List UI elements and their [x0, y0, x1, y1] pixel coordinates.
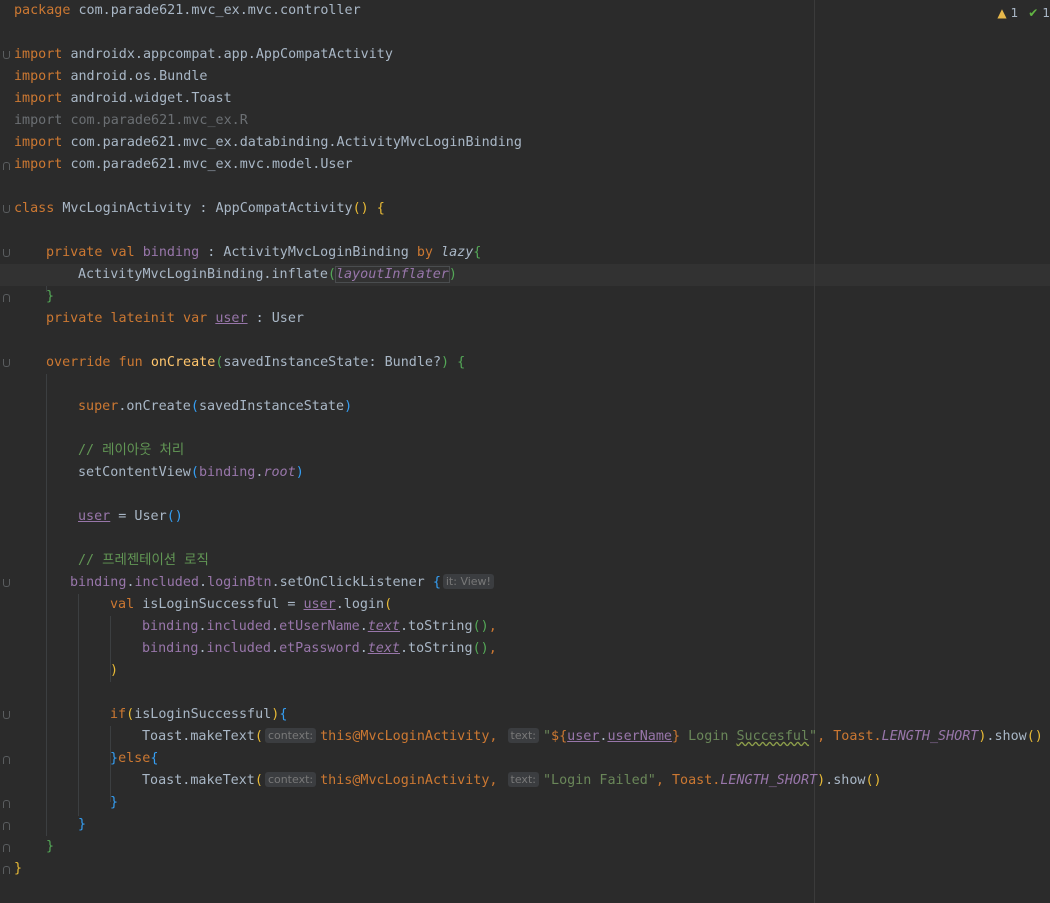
code-line-14[interactable]: } [46, 286, 54, 308]
code-line-22[interactable]: setContentView(binding.root) [78, 462, 304, 484]
code-line-38[interactable]: } [78, 814, 86, 836]
code-line-29[interactable]: binding.included.etUserName.text.toStrin… [142, 616, 497, 638]
inlay-hint-context: context: [264, 772, 317, 787]
inlay-hint-text: text: [507, 728, 539, 743]
fold-marker-lazy[interactable] [3, 249, 10, 257]
fold-marker-imports[interactable] [3, 51, 10, 59]
fold-end-oncreate[interactable] [3, 844, 10, 852]
code-line-6-unused-import[interactable]: import com.parade621.mvc_ex.R [14, 110, 248, 132]
checkmark-icon: ✔ [1028, 6, 1039, 20]
fold-end-class[interactable] [3, 866, 10, 874]
code-line-7[interactable]: import com.parade621.mvc_ex.databinding.… [14, 132, 522, 154]
code-line-5[interactable]: import android.widget.Toast [14, 88, 232, 110]
code-line-36[interactable]: Toast.makeText(context: this@MvcLoginActi… [142, 770, 882, 792]
code-line-27[interactable]: binding.included.loginBtn.setOnClickList… [70, 572, 498, 594]
code-line-39[interactable]: } [46, 836, 54, 858]
fold-end-if[interactable] [3, 756, 10, 764]
warning-triangle-icon: ▲ [997, 6, 1007, 20]
fold-end-listener[interactable] [3, 822, 10, 830]
fold-end-imports[interactable] [3, 162, 10, 170]
fold-marker-class[interactable] [3, 205, 10, 213]
indent-guide [78, 594, 79, 816]
code-line-26-comment[interactable]: // 프레젠테이션 로직 [78, 550, 209, 572]
right-margin-guide [814, 0, 815, 903]
fold-end-lazy[interactable] [3, 294, 10, 302]
code-line-34[interactable]: Toast.makeText(context: this@MvcLoginActi… [142, 726, 1043, 748]
code-line-15[interactable]: private lateinit var user : User [46, 308, 304, 330]
code-line-28[interactable]: val isLoginSuccessful = user.login( [110, 594, 392, 616]
code-line-21-comment[interactable]: // 레이아웃 처리 [78, 440, 184, 462]
code-line-17[interactable]: override fun onCreate(savedInstanceState… [46, 352, 465, 374]
inlay-hint-text: text: [507, 772, 539, 787]
code-line-33[interactable]: if(isLoginSuccessful){ [110, 704, 287, 726]
inlay-hint-context: context: [264, 728, 317, 743]
inlay-hint-it: it: View! [442, 574, 494, 589]
inspection-status[interactable]: ▲ 1 ✔ 1 [997, 4, 1050, 22]
code-line-8[interactable]: import com.parade621.mvc_ex.mvc.model.Us… [14, 154, 353, 176]
code-editor[interactable]: package com.parade621.mvc_ex.mvc.control… [0, 0, 1050, 903]
warning-count: 1 [1010, 6, 1019, 20]
code-line-40[interactable]: } [14, 858, 22, 880]
fold-marker-listener[interactable] [3, 579, 10, 587]
code-line-12[interactable]: private val binding : ActivityMvcLoginBi… [46, 242, 481, 264]
code-line-10[interactable]: class MvcLoginActivity : AppCompatActivi… [14, 198, 385, 220]
code-line-1[interactable]: package com.parade621.mvc_ex.mvc.control… [14, 0, 361, 22]
code-line-4[interactable]: import android.os.Bundle [14, 66, 208, 88]
check-count: 1 [1042, 6, 1050, 20]
code-line-31[interactable]: ) [110, 660, 118, 682]
code-line-19[interactable]: super.onCreate(savedInstanceState) [78, 396, 352, 418]
code-line-30[interactable]: binding.included.etPassword.text.toStrin… [142, 638, 497, 660]
indent-guide [46, 374, 47, 836]
fold-end-else[interactable] [3, 800, 10, 808]
code-line-13[interactable]: ActivityMvcLoginBinding.inflate(layoutIn… [78, 264, 457, 286]
fold-gutter [0, 0, 14, 903]
code-line-24[interactable]: user = User() [78, 506, 183, 528]
fold-marker-oncreate[interactable] [3, 359, 10, 367]
fold-marker-if[interactable] [3, 711, 10, 719]
code-line-37[interactable]: } [110, 792, 118, 814]
code-line-3[interactable]: import androidx.appcompat.app.AppCompatA… [14, 44, 393, 66]
code-line-35[interactable]: }else{ [110, 748, 158, 770]
